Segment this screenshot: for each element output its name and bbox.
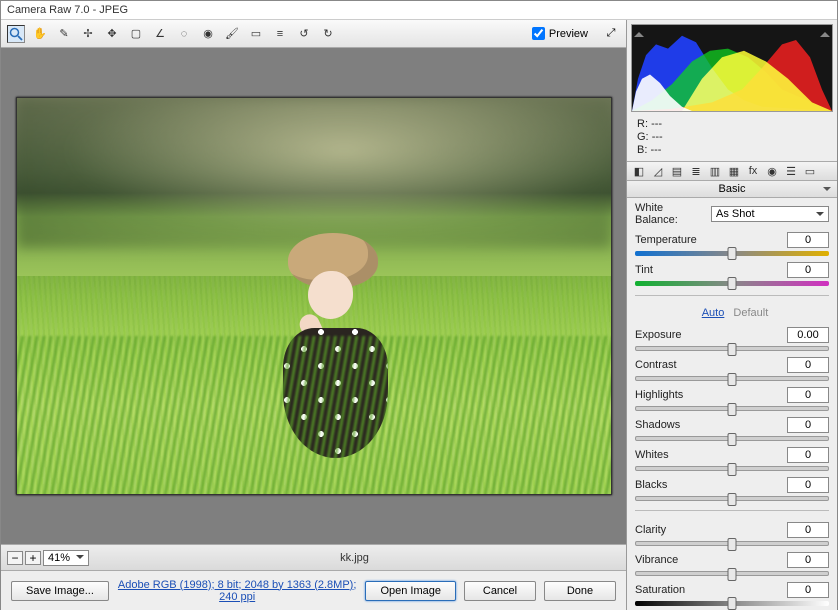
shadows-value[interactable]: 0 [787,417,829,433]
shadow-clipping-icon[interactable] [634,27,644,37]
preview-pane: ✋ ✎ ✢ ✥ ▢ ∠ ◌ ◉ 🖌 ▭ ≡ ↺ ↻ Preview ⤢ [1,20,627,610]
blacks-value[interactable]: 0 [787,477,829,493]
straighten-tool-icon[interactable]: ∠ [151,25,169,43]
zoom-out-button[interactable]: − [7,551,23,565]
zoom-tool-icon[interactable] [7,25,25,43]
shadows-slider[interactable]: Shadows0 [635,417,829,441]
workflow-options-link[interactable]: Adobe RGB (1998); 8 bit; 2048 by 1363 (2… [117,579,358,603]
open-image-button[interactable]: Open Image [365,581,456,601]
basic-panel: White Balance: As Shot Temperature0 Tint… [627,198,837,610]
preview-checkbox-input[interactable] [532,27,545,40]
window-footer: Save Image... Adobe RGB (1998); 8 bit; 2… [1,570,626,610]
adjustment-brush-tool-icon[interactable]: 🖌 [223,25,241,43]
vibrance-value[interactable]: 0 [787,552,829,568]
tab-presets-icon[interactable]: ☰ [783,163,799,179]
spot-removal-tool-icon[interactable]: ◌ [175,25,193,43]
tab-hsl-icon[interactable]: ≣ [688,163,704,179]
whites-value[interactable]: 0 [787,447,829,463]
adjustments-pane: R: --- G: --- B: --- ◧ ◿ ▤ ≣ ▥ ▦ fx ◉ ☰ … [627,20,837,610]
preview-checkbox[interactable]: Preview [532,27,588,40]
white-balance-label: White Balance: [635,202,705,226]
tab-detail-icon[interactable]: ▤ [669,163,685,179]
contrast-slider[interactable]: Contrast0 [635,357,829,381]
contrast-value[interactable]: 0 [787,357,829,373]
tab-snapshots-icon[interactable]: ▭ [802,163,818,179]
white-balance-select[interactable]: As Shot [711,206,829,222]
rotate-cw-icon[interactable]: ↻ [319,25,337,43]
clarity-slider[interactable]: Clarity0 [635,522,829,546]
zoom-level-select[interactable]: 41% [43,550,89,566]
rotate-ccw-icon[interactable]: ↺ [295,25,313,43]
exposure-value[interactable]: 0.00 [787,327,829,343]
panel-tabs: ◧ ◿ ▤ ≣ ▥ ▦ fx ◉ ☰ ▭ [627,161,837,181]
tab-tone-curve-icon[interactable]: ◿ [650,163,666,179]
chevron-down-icon [76,555,84,563]
crop-tool-icon[interactable]: ▢ [127,25,145,43]
tab-basic-icon[interactable]: ◧ [631,163,647,179]
targeted-adjustment-tool-icon[interactable]: ✥ [103,25,121,43]
temperature-slider[interactable]: Temperature0 [635,232,829,256]
toolbar: ✋ ✎ ✢ ✥ ▢ ∠ ◌ ◉ 🖌 ▭ ≡ ↺ ↻ Preview ⤢ [1,20,626,48]
auto-link[interactable]: Auto [702,307,725,319]
preview-footer: − + 41% kk.jpg [1,544,626,570]
white-balance-value: As Shot [716,208,755,220]
histogram[interactable] [631,24,833,112]
fullscreen-toggle-icon[interactable]: ⤢ [602,25,620,43]
hand-tool-icon[interactable]: ✋ [31,25,49,43]
titlebar: Camera Raw 7.0 - JPEG [1,1,837,20]
highlight-clipping-icon[interactable] [820,27,830,37]
preferences-tool-icon[interactable]: ≡ [271,25,289,43]
rgb-readout: R: --- G: --- B: --- [627,116,837,161]
graduated-filter-tool-icon[interactable]: ▭ [247,25,265,43]
highlights-value[interactable]: 0 [787,387,829,403]
white-balance-tool-icon[interactable]: ✎ [55,25,73,43]
saturation-slider[interactable]: Saturation0 [635,582,829,606]
save-image-button[interactable]: Save Image... [11,581,109,601]
tab-split-toning-icon[interactable]: ▥ [707,163,723,179]
saturation-value[interactable]: 0 [787,582,829,598]
tab-effects-icon[interactable]: fx [745,163,761,179]
default-link[interactable]: Default [733,307,768,319]
filename-label: kk.jpg [89,552,620,564]
blacks-slider[interactable]: Blacks0 [635,477,829,501]
clarity-value[interactable]: 0 [787,522,829,538]
tab-camera-calibration-icon[interactable]: ◉ [764,163,780,179]
tint-value[interactable]: 0 [787,262,829,278]
zoom-level-value: 41% [48,552,70,564]
red-eye-tool-icon[interactable]: ◉ [199,25,217,43]
panel-title[interactable]: Basic [627,181,837,198]
chevron-down-icon [816,212,824,220]
camera-raw-window: Camera Raw 7.0 - JPEG ✋ ✎ ✢ ✥ ▢ ∠ ◌ ◉ 🖌 … [0,0,838,610]
color-sampler-tool-icon[interactable]: ✢ [79,25,97,43]
tab-lens-corrections-icon[interactable]: ▦ [726,163,742,179]
preview-image [16,97,612,495]
highlights-slider[interactable]: Highlights0 [635,387,829,411]
zoom-in-button[interactable]: + [25,551,41,565]
content-area: ✋ ✎ ✢ ✥ ▢ ∠ ◌ ◉ 🖌 ▭ ≡ ↺ ↻ Preview ⤢ [1,20,837,610]
cancel-button[interactable]: Cancel [464,581,536,601]
preview-label: Preview [549,28,588,40]
temperature-value[interactable]: 0 [787,232,829,248]
whites-slider[interactable]: Whites0 [635,447,829,471]
tint-slider[interactable]: Tint0 [635,262,829,286]
exposure-slider[interactable]: Exposure0.00 [635,327,829,351]
vibrance-slider[interactable]: Vibrance0 [635,552,829,576]
done-button[interactable]: Done [544,581,616,601]
canvas-area[interactable] [1,48,626,544]
